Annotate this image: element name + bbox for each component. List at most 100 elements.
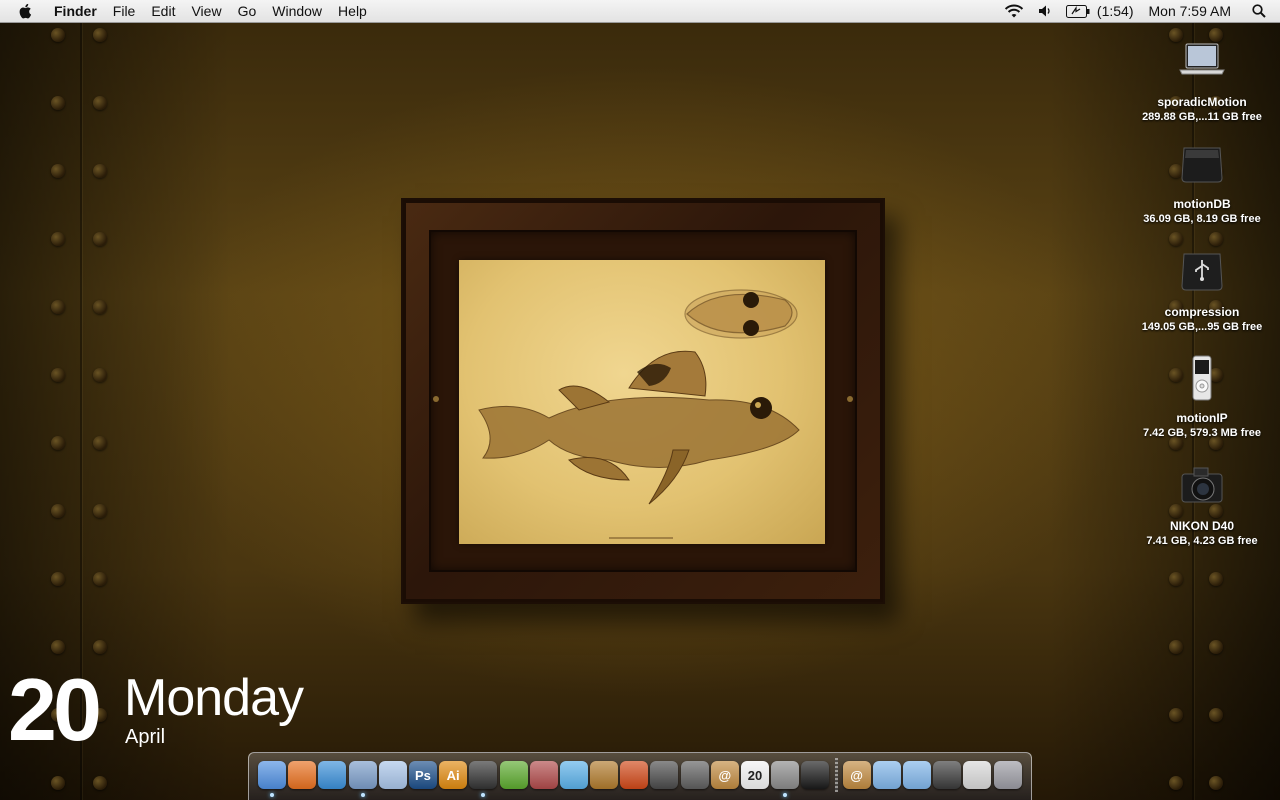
aperture-icon [469,761,498,789]
wall-rivet [51,640,65,654]
laptop-icon [1179,43,1225,75]
dock-item-aperture[interactable] [468,760,498,797]
battery-icon[interactable] [1059,0,1097,22]
photoshop-icon: Ps [408,761,437,789]
wall-rivet [1169,708,1183,722]
dock-item-safari[interactable] [317,760,347,790]
dock-item-address-book-doc[interactable]: @ [842,760,872,790]
desktop-icon-motiondb[interactable]: motionDB 36.09 GB, 8.19 GB free [1132,140,1272,226]
ipod-icon [1192,355,1212,401]
dock-item-itunes[interactable] [559,760,589,790]
safari-icon [318,761,347,789]
folder-icon [902,761,931,789]
wall-rivet [93,504,107,518]
running-indicator [481,793,486,797]
wall-rivet [93,96,107,110]
dock-item-mail[interactable] [348,760,378,797]
wall-rivet [1209,708,1223,722]
dock-item-firefox[interactable] [287,760,317,790]
menu-file[interactable]: File [105,0,144,22]
external-drive-icon [1181,147,1223,183]
wall-rivet [1209,572,1223,586]
dock-item-textmate[interactable] [529,760,559,790]
menu-bar: Finder File Edit View Go Window Help (1:… [0,0,1280,23]
desktop-icon-info: 7.42 GB, 579.3 MB free [1142,427,1261,439]
menu-window[interactable]: Window [264,0,330,22]
wall-rivet [93,232,107,246]
dock-item-address-book[interactable]: @ [710,760,740,790]
wall-rivet [51,504,65,518]
desktop-icon-sporadicmotion[interactable]: sporadicMotion 289.88 GB,...11 GB free [1132,38,1272,124]
dock-item-cinema4d[interactable] [619,760,649,790]
wall-rivet [51,368,65,382]
wall-rivet [51,572,65,586]
wifi-icon[interactable] [997,0,1031,22]
wall-rivet [1169,776,1183,790]
ichat-icon [378,761,407,789]
dock-item-folder[interactable] [902,760,932,790]
wall-rivet [51,232,65,246]
desktop-icon-nikon-d40[interactable]: NIKON D40 7.41 GB, 4.23 GB free [1132,462,1272,548]
menu-help[interactable]: Help [330,0,375,22]
wallpaper-framed-picture [401,198,885,604]
mail-icon [348,761,377,789]
dock-item-illustrator[interactable]: Ai [438,760,468,790]
cinema4d-icon [620,761,649,789]
folder-icon [872,761,901,789]
dock-item-ichat[interactable] [378,760,408,790]
dock-item-terminal[interactable] [800,760,830,790]
date-month: April [125,726,166,748]
motion-icon [680,761,709,789]
address-book-doc-icon: @ [842,761,871,789]
apple-menu-icon[interactable] [18,3,34,19]
finder-icon [258,761,286,789]
wall-rivet [1209,640,1223,654]
running-indicator [270,793,274,797]
usb-drive-icon [1181,253,1223,291]
dock-item-folder[interactable] [872,760,902,790]
illustrator-icon: Ai [439,761,468,789]
desktop-icon-info: 36.09 GB, 8.19 GB free [1143,213,1261,225]
dock-separator[interactable] [834,758,838,792]
desktop-icon-info: 7.41 GB, 4.23 GB free [1146,535,1258,547]
dock-item-motion[interactable] [680,760,710,790]
desktop-icon-compression[interactable]: compression 149.05 GB,...95 GB free [1132,248,1272,334]
wall-rivet [51,96,65,110]
wall-rivet [1209,776,1223,790]
desktop-icon-name: motionIP [1176,411,1228,425]
running-indicator [360,793,365,797]
itunes-icon [559,761,588,789]
date-weekday: Monday [124,669,304,727]
dock-item-media-folder[interactable] [932,760,962,790]
menu-go[interactable]: Go [230,0,265,22]
dock-item-photoshop[interactable]: Ps [408,760,438,790]
menu-view[interactable]: View [183,0,229,22]
dock-item-trash[interactable] [993,760,1023,790]
wall-rivet [51,776,65,790]
menu-edit[interactable]: Edit [143,0,183,22]
dock-item-ical[interactable]: 20 [740,760,770,790]
coda-icon [499,761,528,789]
wall-rivet [93,572,107,586]
spotlight-search-icon[interactable] [1245,0,1280,22]
volume-icon[interactable] [1031,0,1059,22]
wall-rivet [93,28,107,42]
running-indicator [783,793,788,797]
dock-item-coda[interactable] [499,760,529,790]
dock-item-finder[interactable] [257,760,287,797]
wall-rivet [1169,232,1183,246]
dock-item-system-preferences[interactable] [770,760,800,797]
menubar-clock[interactable]: Mon 7:59 AM [1141,3,1246,19]
menu-app-finder[interactable]: Finder [54,0,105,22]
dock-item-garageband[interactable] [589,760,619,790]
desktop-icon-name: motionDB [1173,197,1231,211]
dock-item-imovie[interactable] [649,760,679,790]
ical-icon: 20 [741,761,769,789]
desktop-icon-name: compression [1164,305,1240,319]
dock-item-calculator[interactable] [962,760,992,790]
battery-time[interactable]: (1:54) [1097,0,1141,22]
address-book-icon: @ [710,761,739,789]
desktop-icon-motionip[interactable]: motionIP 7.42 GB, 579.3 MB free [1132,354,1272,440]
media-folder-icon [933,761,962,789]
wall-rivet [93,640,107,654]
